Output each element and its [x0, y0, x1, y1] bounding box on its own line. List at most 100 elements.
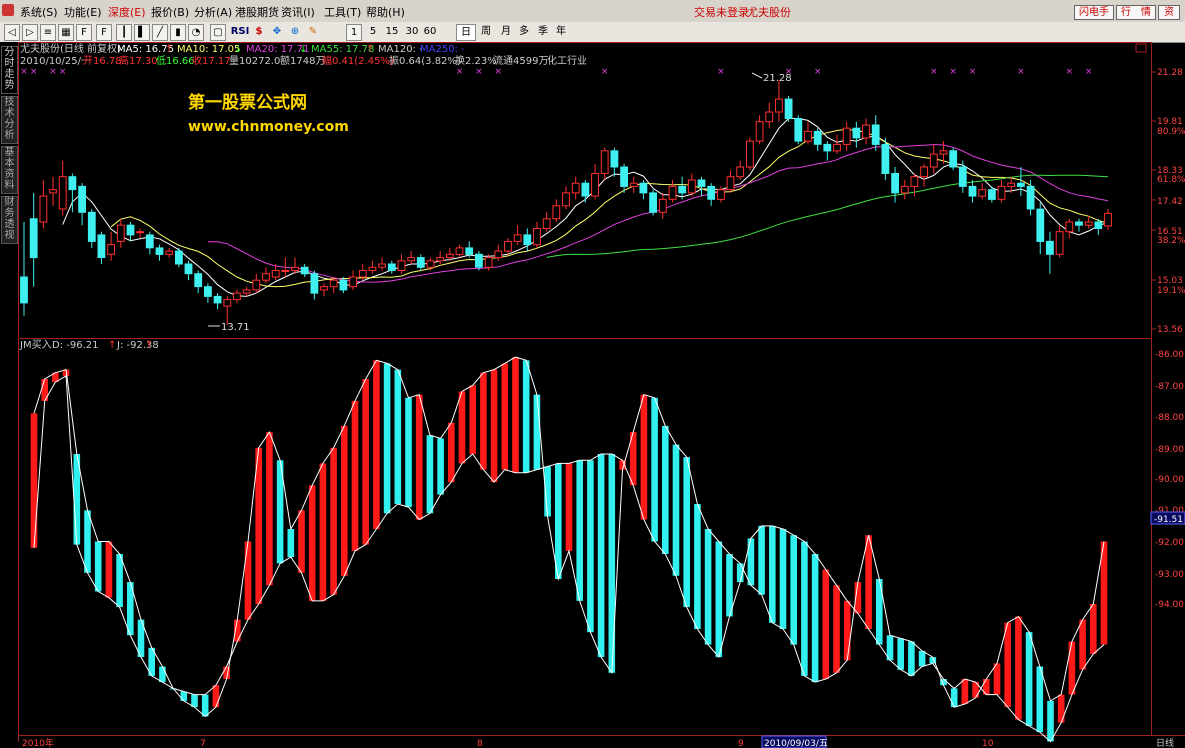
ind-tick: -87.00	[1155, 382, 1184, 392]
candle-body	[1036, 208, 1045, 242]
candle-body	[736, 166, 745, 178]
candle-body	[320, 286, 328, 291]
candle-body	[339, 279, 348, 291]
indicator-bar	[1036, 666, 1044, 733]
price-tick: 15.03	[1157, 276, 1183, 286]
candle-body	[155, 247, 164, 255]
ind-tick: -86.00	[1155, 350, 1184, 360]
indicator-bar	[94, 541, 102, 592]
indicator-bar	[159, 666, 166, 683]
signal-marker-icon: ×	[49, 67, 57, 77]
x-tick: 8	[477, 739, 483, 748]
indicator-bar	[587, 460, 594, 633]
fib-tick: 80.9%	[1157, 127, 1185, 137]
indicator-bar	[480, 372, 487, 470]
candle-body	[494, 250, 503, 259]
candle-body	[446, 253, 454, 259]
indicator-bar	[576, 460, 583, 601]
indicator-bar	[533, 394, 541, 470]
candle-body	[697, 179, 706, 187]
x-tick: 10	[982, 739, 994, 748]
candle-body	[852, 127, 861, 139]
high-price-pointer	[751, 72, 763, 79]
indicator-bar	[993, 663, 1001, 695]
moving-average-lines	[62, 118, 1109, 297]
indicator-bar	[640, 394, 648, 520]
bar-date: 2010/10/25/一	[20, 56, 91, 67]
signal-marker-icon: ×	[1066, 67, 1074, 77]
indicator-bar	[308, 485, 316, 601]
bar-change: 幅0.41(2.45%)	[322, 54, 394, 67]
indicator-bar	[105, 541, 113, 598]
candle-body	[958, 166, 967, 187]
candle-body	[310, 273, 319, 294]
indicator-axis: -86.00 -87.00 -88.00 -89.00 -90.00 -91.0…	[1155, 350, 1184, 610]
candle-body	[349, 276, 358, 288]
candle-body	[678, 185, 687, 194]
indicator-bar	[1004, 622, 1011, 708]
indicator-bar	[469, 385, 476, 455]
candle-body	[116, 224, 125, 242]
bar-amount: 额1748万	[280, 54, 325, 67]
candle-body	[107, 244, 115, 255]
signal-marker-icon: ×	[20, 67, 28, 77]
cursor-date: 2010/09/03/五	[764, 739, 828, 748]
indicator-bar	[201, 694, 209, 717]
candle-body	[387, 263, 396, 271]
bar-industry: 化工行业	[547, 54, 587, 67]
indicator-bar	[822, 569, 830, 679]
candle-body	[1007, 182, 1016, 187]
candle-body	[465, 247, 474, 255]
candle-body	[39, 195, 48, 223]
indicator-bar	[341, 425, 348, 576]
indicator-j-arrow-icon: ↑	[145, 340, 153, 351]
candle-body	[1104, 212, 1112, 227]
signal-marker-icon: ×	[475, 67, 483, 77]
indicator-bar	[1079, 619, 1086, 670]
candle-body	[765, 111, 774, 123]
candle-body	[504, 240, 512, 252]
candle-body	[910, 176, 919, 187]
signal-markers: × × × × × × × × × × × × × × × × ×	[20, 67, 1092, 77]
candle-body	[562, 192, 570, 207]
candle-body	[1026, 185, 1035, 210]
candle-body	[610, 150, 619, 168]
ma120-value: MA120: -	[378, 44, 423, 55]
indicator-d-arrow-icon: ↑	[108, 340, 116, 351]
signal-marker-icon: ×	[59, 67, 67, 77]
chart-area[interactable]: 第一股票公式网 www.chnmoney.com 尤夫股份(日线 前复权) MA…	[0, 0, 1185, 748]
fib-tick: 19.1%	[1157, 286, 1185, 296]
indicator-bar	[244, 541, 252, 620]
candle-body	[523, 234, 532, 246]
candle-body	[775, 98, 783, 113]
candle-body	[1084, 221, 1093, 226]
signal-marker-icon: ×	[949, 67, 957, 77]
candle-body	[513, 234, 522, 242]
indicator-bar	[779, 529, 787, 629]
candle-body	[436, 257, 445, 262]
indicator-bar	[811, 554, 819, 683]
candle-body	[658, 198, 667, 213]
indicator-bar	[522, 360, 530, 473]
indicator-bar	[84, 510, 91, 573]
indicator-bar	[672, 444, 680, 576]
candle-body	[368, 266, 377, 271]
indicator-bar	[608, 454, 616, 673]
indicator-bar	[704, 529, 712, 645]
candle-body	[862, 124, 870, 139]
indicator-bar	[373, 360, 380, 529]
candle-body	[949, 150, 958, 168]
candle-body	[233, 292, 241, 301]
signal-marker-icon: ×	[456, 67, 464, 77]
candle-body	[291, 266, 299, 271]
indicator-bar	[30, 413, 38, 548]
candle-body	[687, 179, 696, 194]
candle-body	[358, 270, 367, 278]
candle-body	[1055, 231, 1064, 255]
indicator-bar	[319, 463, 327, 601]
candle-body	[194, 273, 203, 288]
indicator-bar	[426, 435, 434, 514]
settings-icon[interactable]	[1135, 43, 1147, 53]
candle-body	[823, 143, 832, 152]
ma20-line	[207, 143, 1109, 283]
